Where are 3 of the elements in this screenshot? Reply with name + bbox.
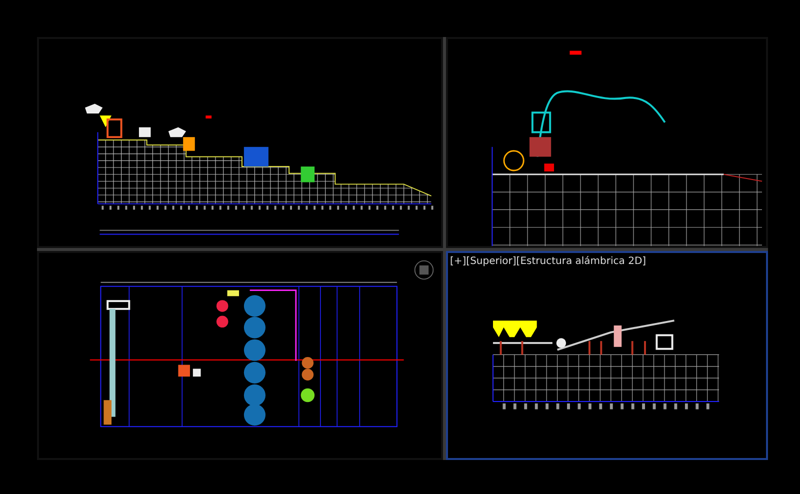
- viewport-panel[interactable]: [+][Superior][Estructura alámbrica 2D]: [446, 251, 768, 460]
- viewport-label[interactable]: [+][Superior][Estructura alámbrica 2D]: [448, 253, 648, 267]
- view-cube-icon[interactable]: [413, 259, 435, 281]
